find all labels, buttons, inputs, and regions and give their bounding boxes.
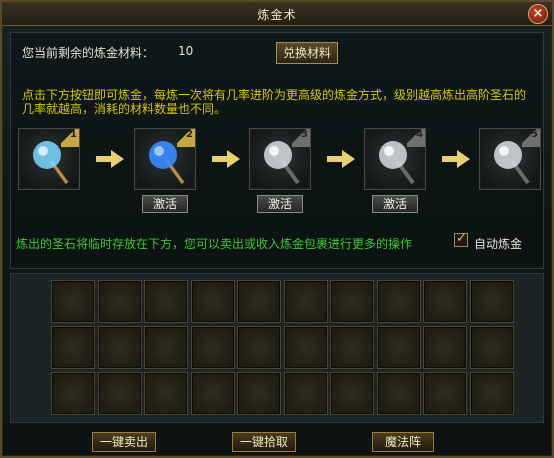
storage-slot[interactable]	[51, 280, 95, 323]
alchemy-stage-1[interactable]: 1	[18, 128, 80, 190]
auto-alchemy-checkbox[interactable]: ✓	[454, 231, 468, 247]
materials-label: 您当前剩余的炼金材料：	[22, 46, 155, 60]
storage-slot[interactable]	[423, 372, 467, 415]
storage-slot[interactable]	[283, 372, 328, 415]
alchemy-window: 炼金术 × 您当前剩余的炼金材料： 10 兑换材料 点击下方按钮即可炼金，每炼一…	[0, 0, 554, 458]
storage-slot[interactable]	[51, 372, 95, 415]
stage-level-badge: 2	[177, 129, 195, 147]
storage-slot[interactable]	[376, 280, 421, 323]
checkmark-icon: ✓	[456, 231, 467, 246]
arrow-right-icon	[327, 150, 355, 168]
storage-slot[interactable]	[469, 372, 514, 415]
storage-slot[interactable]	[469, 280, 514, 323]
storage-slot[interactable]	[376, 372, 421, 415]
storage-slot[interactable]	[97, 372, 142, 415]
window-title: 炼金术	[257, 8, 297, 22]
alchemy-stage-4[interactable]: 4	[364, 128, 426, 190]
stage-level-badge: 1	[61, 129, 79, 147]
storage-slot[interactable]	[330, 280, 374, 323]
sell-all-button[interactable]: 一键卖出	[92, 432, 156, 452]
stage-level-badge: 5	[522, 129, 540, 147]
alchemy-hint-text: 点击下方按钮即可炼金，每炼一次将有几率进阶为更高级的炼金方式，级别越高炼出高阶圣…	[22, 88, 527, 116]
storage-slot[interactable]	[144, 372, 188, 415]
storage-slot[interactable]	[237, 326, 281, 369]
stage-level-badge: 4	[407, 129, 425, 147]
storage-slot[interactable]	[283, 326, 328, 369]
storage-slot[interactable]	[97, 326, 142, 369]
storage-slot[interactable]	[237, 372, 281, 415]
alchemy-stage-5[interactable]: 5	[479, 128, 541, 190]
storage-slot[interactable]	[469, 326, 514, 369]
storage-slot[interactable]	[190, 280, 235, 323]
magic-array-button[interactable]: 魔法阵	[372, 432, 434, 452]
close-button[interactable]: ×	[528, 4, 548, 24]
storage-slot[interactable]	[423, 280, 467, 323]
activate-stage-3-button[interactable]: 激活	[257, 195, 303, 213]
title-bar[interactable]: 炼金术 ×	[2, 2, 552, 26]
arrow-right-icon	[96, 150, 124, 168]
alchemy-stage-2[interactable]: 2	[134, 128, 196, 190]
storage-slot[interactable]	[376, 326, 421, 369]
activate-stage-4-button[interactable]: 激活	[372, 195, 418, 213]
storage-slot[interactable]	[283, 280, 328, 323]
pick-all-button[interactable]: 一键拾取	[232, 432, 296, 452]
storage-slot[interactable]	[144, 326, 188, 369]
storage-grid	[10, 273, 544, 423]
arrow-right-icon	[442, 150, 470, 168]
activate-stage-2-button[interactable]: 激活	[142, 195, 188, 213]
storage-slot[interactable]	[330, 326, 374, 369]
storage-slot[interactable]	[190, 326, 235, 369]
storage-slot[interactable]	[97, 280, 142, 323]
storage-slot[interactable]	[330, 372, 374, 415]
stage-level-badge: 3	[292, 129, 310, 147]
storage-slot[interactable]	[190, 372, 235, 415]
storage-slot[interactable]	[237, 280, 281, 323]
materials-count: 10	[178, 44, 194, 58]
arrow-right-icon	[212, 150, 240, 168]
storage-slot[interactable]	[51, 326, 95, 369]
alchemy-stage-3[interactable]: 3	[249, 128, 311, 190]
auto-alchemy-label[interactable]: 自动炼金	[474, 235, 522, 252]
storage-slot[interactable]	[423, 326, 467, 369]
storage-slot[interactable]	[144, 280, 188, 323]
storage-note: 炼出的圣石将临时存放在下方，您可以卖出或收入炼金包裹进行更多的操作	[16, 237, 413, 251]
exchange-materials-button[interactable]: 兑换材料	[276, 42, 338, 64]
